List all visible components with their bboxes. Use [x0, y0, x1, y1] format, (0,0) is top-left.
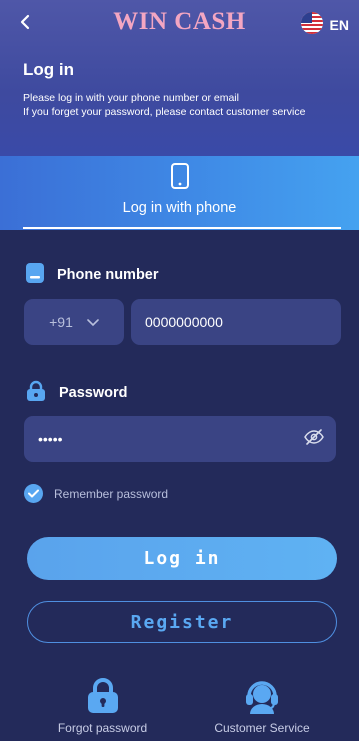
subtitle-line-2: If you forget your password, please cont…	[23, 106, 306, 118]
lock-icon	[84, 676, 122, 719]
password-label-text: Password	[59, 385, 128, 401]
password-field[interactable]	[24, 416, 336, 462]
remember-password-label: Remember password	[54, 486, 169, 501]
phone-number-label-text: Phone number	[57, 267, 159, 283]
forgot-password-button[interactable]: Forgot password	[50, 676, 155, 735]
country-code-value: +91	[49, 314, 73, 330]
register-button[interactable]: Register	[27, 601, 337, 643]
subtitle-line-1: Please log in with your phone number or …	[23, 92, 239, 104]
language-label: EN	[329, 17, 349, 33]
forgot-password-label: Forgot password	[57, 721, 148, 735]
password-label: Password	[25, 380, 128, 406]
phone-number-input[interactable]	[145, 314, 341, 330]
phone-icon	[170, 163, 190, 194]
phone-number-label: Phone number	[25, 262, 159, 288]
checkmark-icon	[24, 484, 43, 503]
header: WIN CASH EN Log in Please log in with yo…	[0, 0, 359, 156]
eye-off-icon[interactable]	[304, 428, 324, 450]
tab-label: Log in with phone	[122, 200, 237, 216]
login-tabs: Log in with phone	[0, 156, 359, 230]
page-title: Log in	[23, 60, 74, 79]
password-input[interactable]	[38, 431, 304, 447]
phone-field-icon	[25, 262, 45, 288]
headset-agent-icon	[243, 676, 281, 719]
phone-number-field[interactable]	[131, 299, 341, 345]
customer-service-button[interactable]: Customer Service	[207, 676, 317, 735]
customer-service-label: Customer Service	[214, 721, 310, 735]
language-selector[interactable]: EN	[300, 11, 349, 40]
lock-icon	[25, 380, 47, 406]
remember-password-checkbox[interactable]: Remember password	[24, 484, 168, 503]
login-button[interactable]: Log in	[27, 537, 337, 580]
country-code-select[interactable]: +91	[24, 299, 124, 345]
us-flag-icon	[300, 11, 324, 40]
active-tab-indicator	[23, 227, 341, 229]
chevron-down-icon	[87, 314, 99, 330]
tab-login-with-phone[interactable]: Log in with phone	[0, 156, 359, 230]
